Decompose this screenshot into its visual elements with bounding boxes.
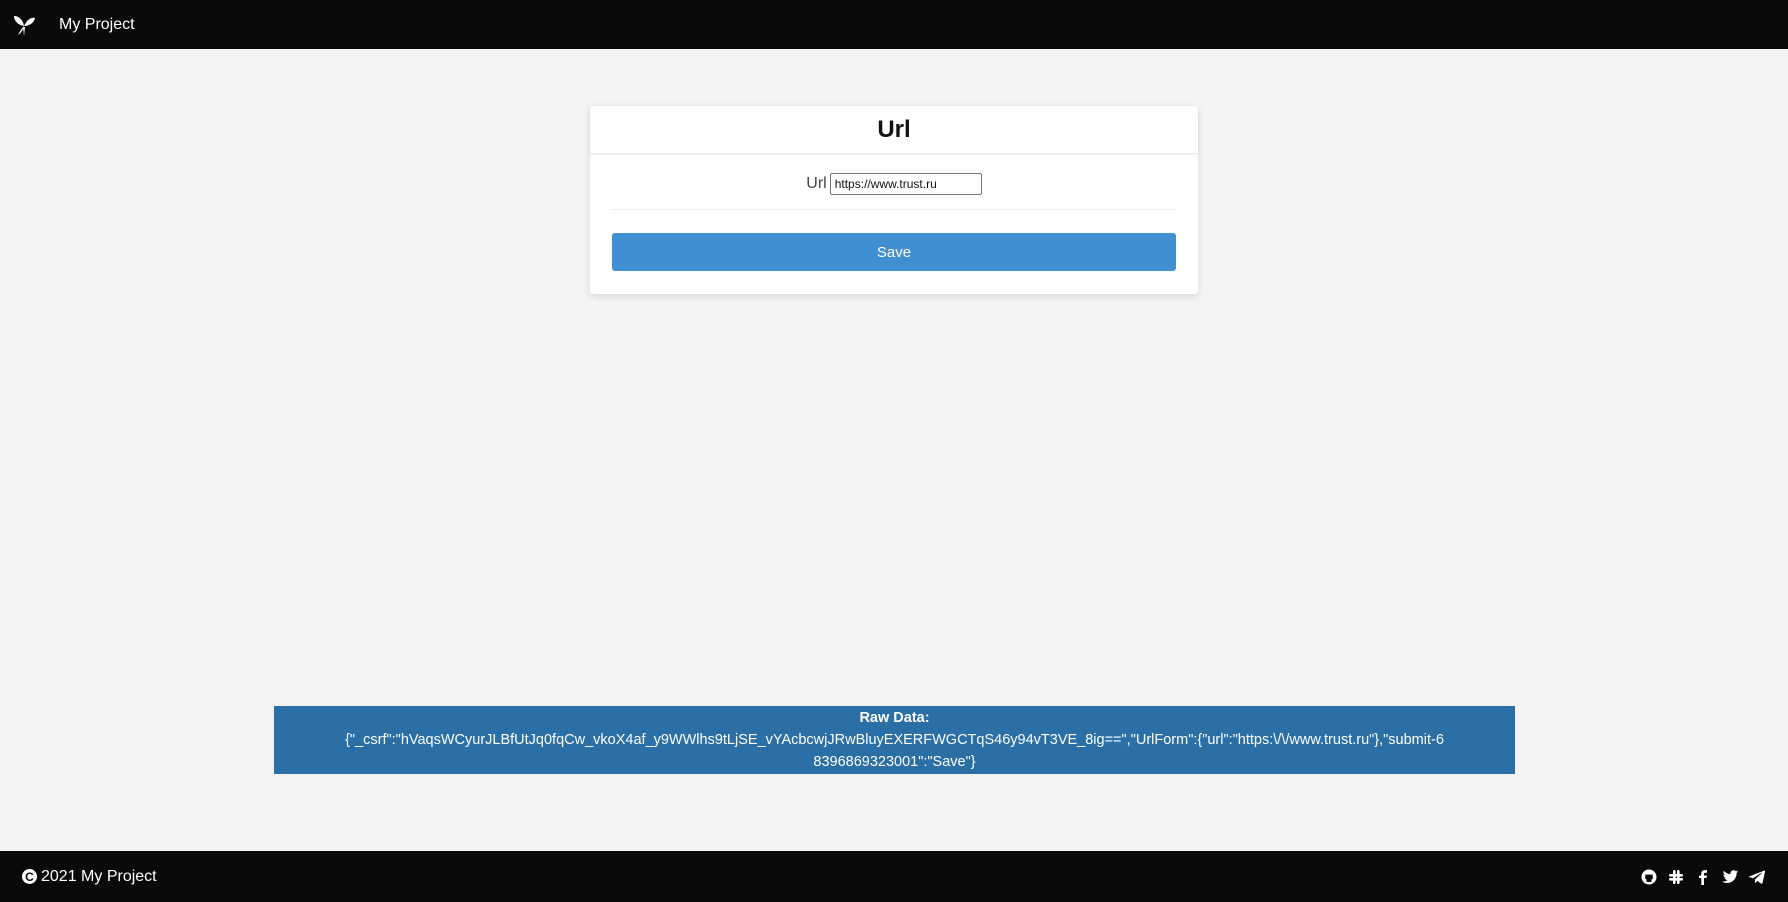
raw-data-panel: Raw Data: {"_csrf":"hVaqsWCyurJLBfUtJq0f… bbox=[274, 706, 1515, 774]
url-input[interactable] bbox=[829, 173, 982, 195]
copyright-text: 2021 My Project bbox=[41, 867, 157, 885]
url-field-row: Url bbox=[590, 171, 1198, 197]
card-title: Url bbox=[877, 115, 911, 143]
social-links bbox=[1631, 868, 1766, 886]
url-label: Url bbox=[806, 175, 827, 192]
save-button[interactable]: Save bbox=[612, 233, 1176, 271]
facebook-icon[interactable] bbox=[1694, 868, 1712, 886]
page: My Project Url Url Save Raw Data: {"_csr… bbox=[0, 0, 1788, 902]
url-form-card: Url Url Save bbox=[590, 106, 1198, 294]
footer: C 2021 My Project bbox=[0, 851, 1788, 902]
github-icon[interactable] bbox=[1640, 868, 1658, 886]
form-divider bbox=[612, 209, 1176, 210]
twitter-icon[interactable] bbox=[1721, 868, 1739, 886]
telegram-icon[interactable] bbox=[1748, 868, 1766, 886]
raw-data-content: {"_csrf":"hVaqsWCyurJLBfUtJq0fqCw_vkoX4a… bbox=[345, 732, 1444, 770]
slack-icon[interactable] bbox=[1667, 868, 1685, 886]
raw-data-title: Raw Data: bbox=[859, 710, 930, 726]
card-header: Url bbox=[590, 106, 1198, 154]
copyright-icon: C bbox=[22, 869, 37, 884]
copyright: C 2021 My Project bbox=[22, 868, 157, 886]
top-navbar: My Project bbox=[0, 0, 1788, 49]
brand-link[interactable]: My Project bbox=[59, 16, 135, 34]
yii-logo-icon[interactable] bbox=[10, 11, 38, 39]
